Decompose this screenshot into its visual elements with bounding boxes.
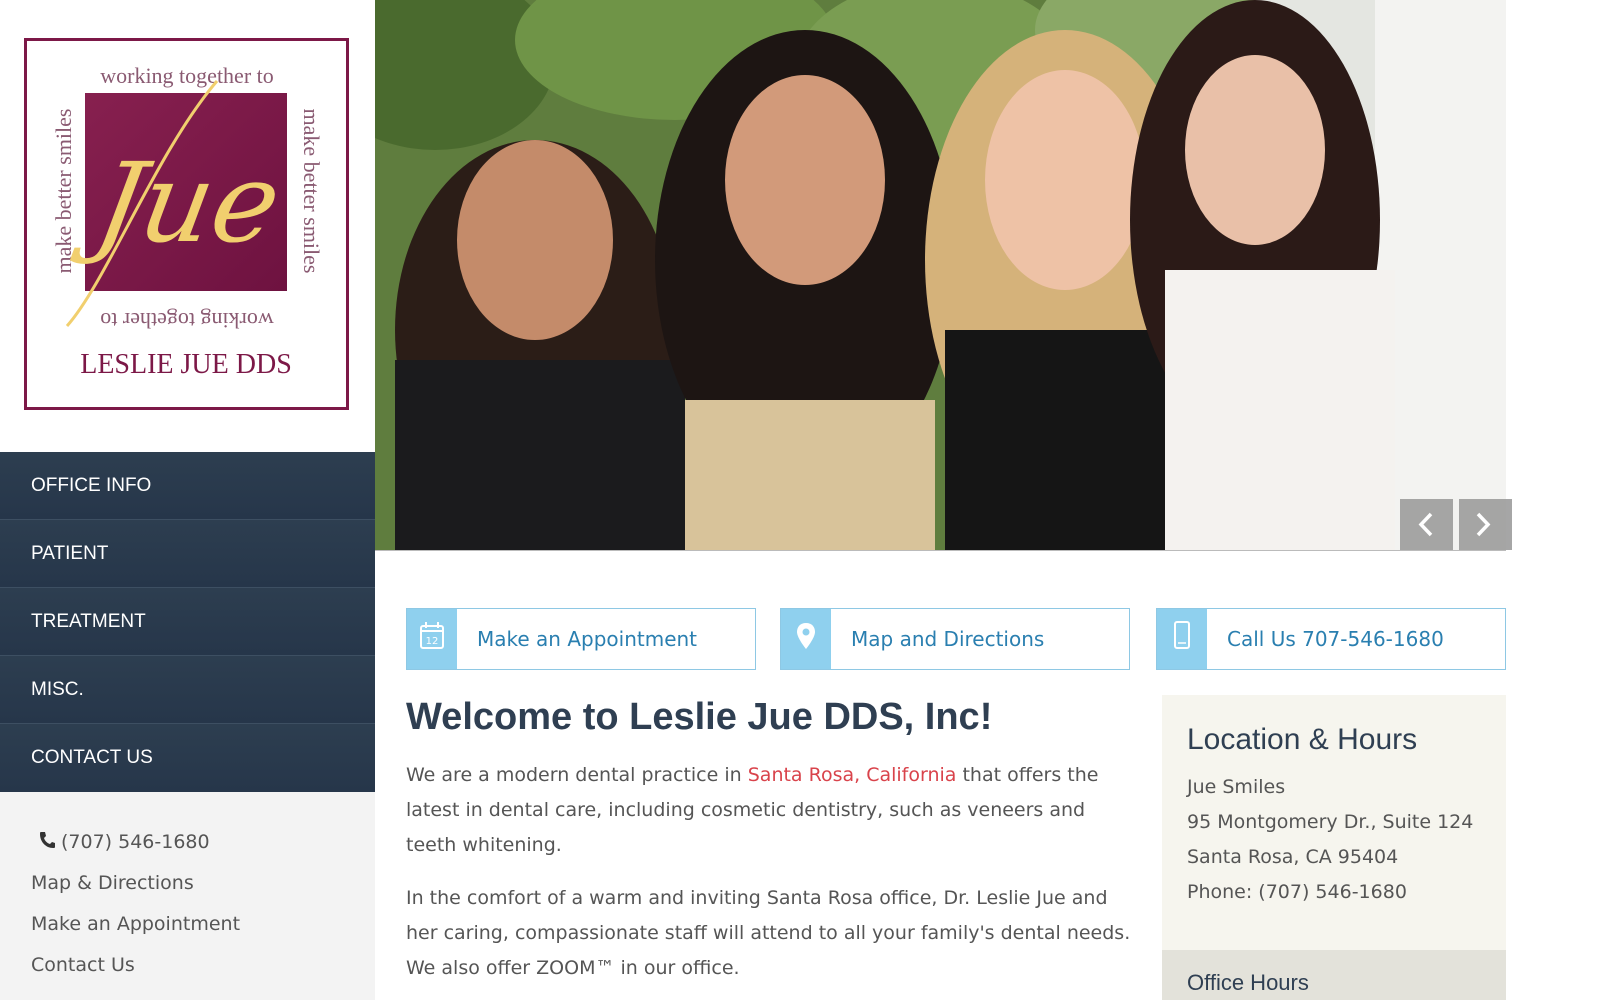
location-title: Location & Hours [1187,723,1418,756]
location-name: Jue Smiles [1187,776,1286,798]
intro-text-start: We are a modern dental practice in [406,764,748,786]
logo-name: LESLIE JUE DDS [80,349,292,380]
location-hours-panel: Location & Hours Jue Smiles 95 Montgomer… [1162,695,1506,950]
mobile-phone-icon [1157,609,1207,669]
nav-item-patient[interactable]: PATIENT [0,520,375,588]
page-title: Welcome to Leslie Jue DDS, Inc! [406,696,993,738]
sidebar-phone-text: (707) 546-1680 [61,831,210,853]
hero-slideshow [375,0,1506,550]
logo-arc-left: make better smiles [51,109,76,274]
calendar-icon: 12 [407,609,457,669]
logo-graphic: working together to working together to … [51,63,324,380]
map-directions-button[interactable]: Map and Directions [780,608,1130,670]
call-us-button[interactable]: Call Us 707-546-1680 [1156,608,1506,670]
nav-item-office-info[interactable]: OFFICE INFO [0,452,375,520]
logo-arc-right: make better smiles [299,109,324,274]
santa-rosa-link[interactable]: Santa Rosa, California [748,764,957,786]
hero-photo [375,0,1506,550]
logo-arc-bottom: working together to [100,308,274,333]
sidebar-links: (707) 546-1680 Map & Directions Make an … [31,822,240,986]
location-address: 95 Montgomery Dr., Suite 124 [1187,811,1474,833]
logo-area: working together to working together to … [0,0,375,452]
nav-item-contact-us[interactable]: CONTACT US [0,724,375,792]
slideshow-next-button[interactable] [1459,499,1512,550]
chevron-right-icon [1476,512,1491,537]
calendar-day: 12 [426,636,439,647]
sidebar-appointment-link[interactable]: Make an Appointment [31,904,240,945]
office-hours-title: Office Hours [1187,970,1309,995]
sidebar-contact-link[interactable]: Contact Us [31,945,240,986]
chevron-left-icon [1418,512,1433,537]
location-city: Santa Rosa, CA 95404 [1187,846,1399,868]
main-nav: OFFICE INFO PATIENT TREATMENT MISC. CONT… [0,452,375,792]
practice-logo[interactable]: working together to working together to … [24,38,349,410]
intro-paragraph: We are a modern dental practice in Santa… [406,758,1136,863]
nav-item-misc[interactable]: MISC. [0,656,375,724]
make-appointment-label: Make an Appointment [477,627,698,651]
logo-arc-top: working together to [100,63,274,88]
make-appointment-button[interactable]: 12 Make an Appointment [406,608,756,670]
sidebar: working together to working together to … [0,0,375,1000]
sidebar-map-link[interactable]: Map & Directions [31,863,240,904]
phone-icon [37,824,57,848]
comfort-paragraph: In the comfort of a warm and inviting Sa… [406,887,1131,979]
sidebar-phone-link[interactable]: (707) 546-1680 [31,822,240,863]
map-directions-label: Map and Directions [851,627,1045,651]
hero-divider [375,550,1506,551]
map-pin-icon [781,609,831,669]
location-phone: Phone: (707) 546-1680 [1187,881,1407,903]
call-us-label: Call Us 707-546-1680 [1227,627,1444,651]
nav-item-treatment[interactable]: TREATMENT [0,588,375,656]
office-hours-panel: Office Hours [1162,950,1506,1000]
slideshow-prev-button[interactable] [1400,499,1453,550]
